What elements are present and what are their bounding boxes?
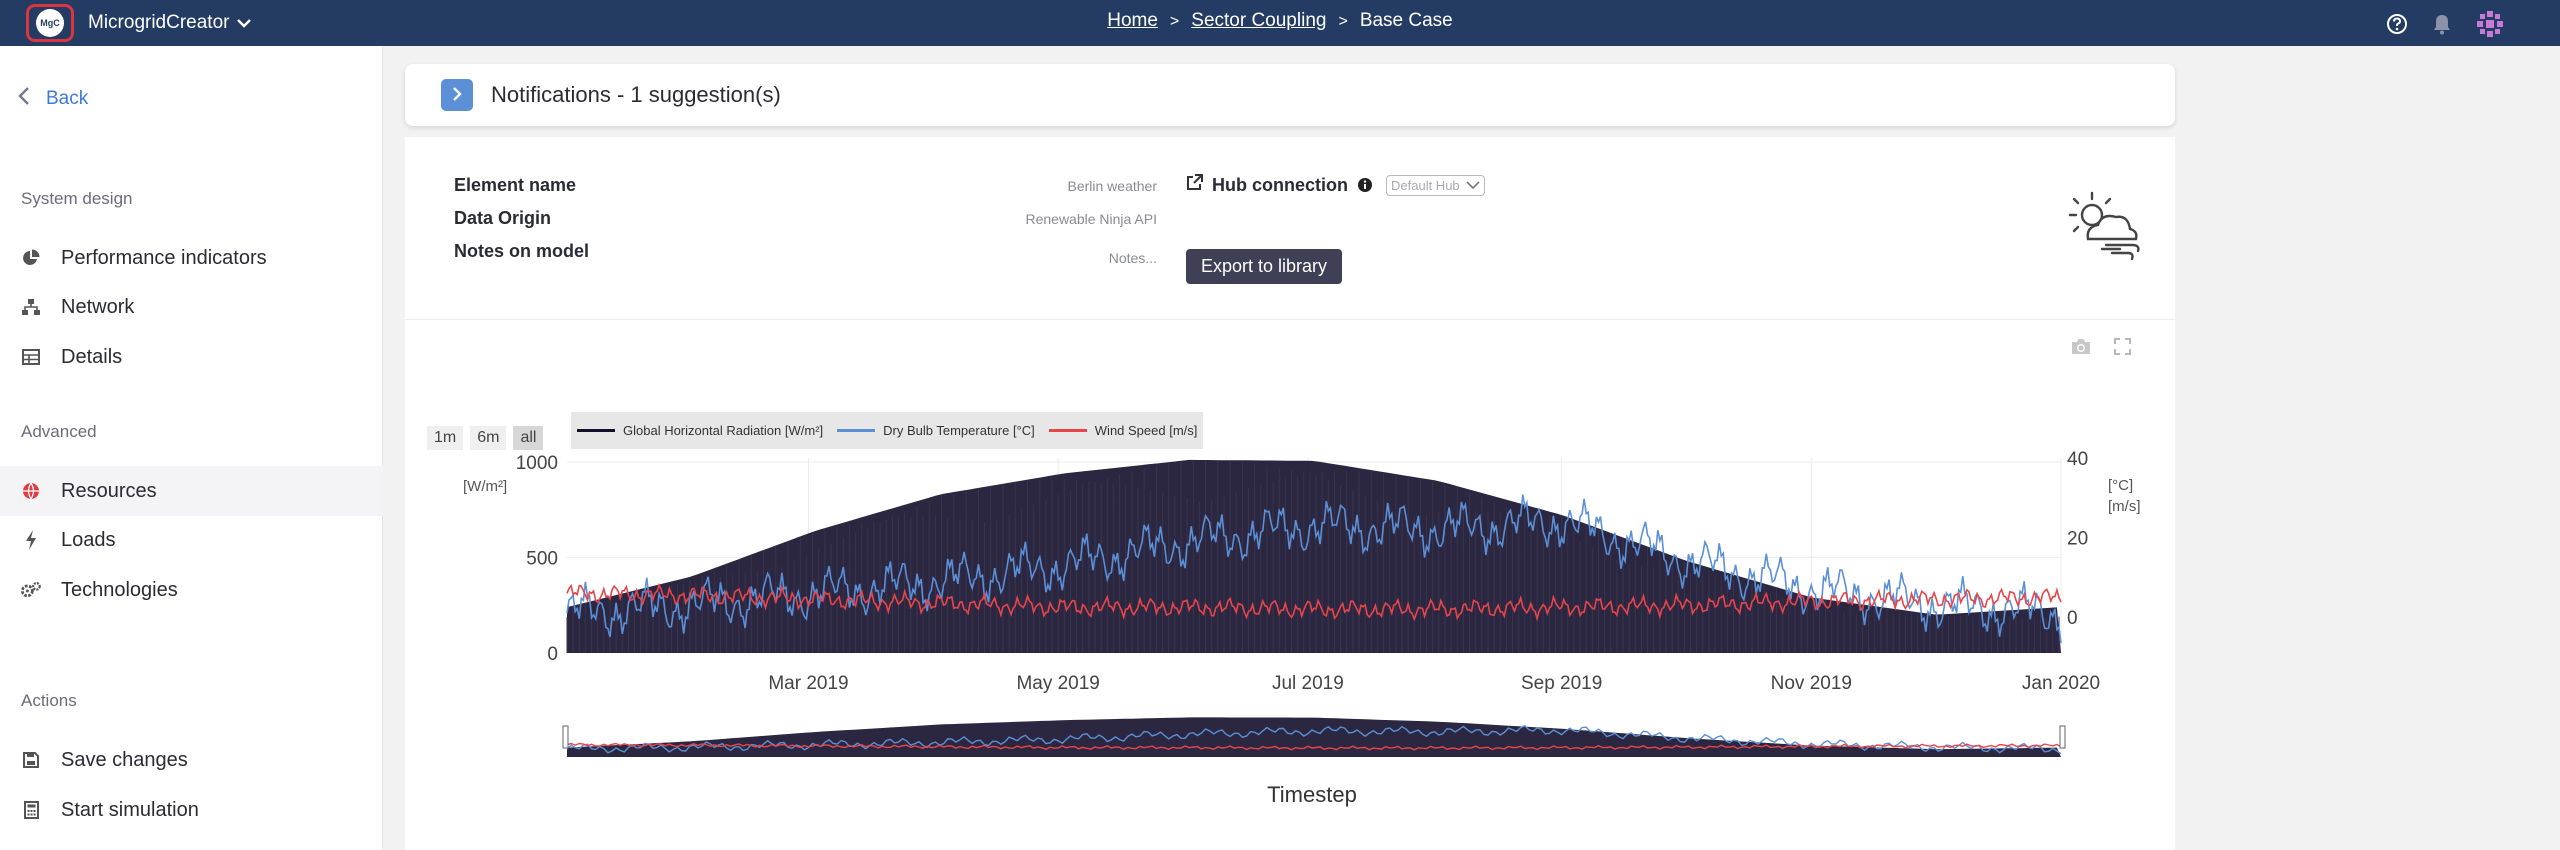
breadcrumb-home[interactable]: Home — [1107, 10, 1158, 31]
top-icons — [2386, 10, 2504, 38]
range-slider-left-handle — [562, 725, 569, 749]
radiation-area — [567, 459, 2061, 653]
range-slider-right-handle — [2059, 725, 2066, 749]
breadcrumb-separator: > — [1338, 13, 1348, 30]
x-tick-label: Sep 2019 — [1521, 673, 1602, 694]
sidebar-item-label: Technologies — [61, 578, 178, 601]
chart-legend: Global Horizontal Radiation [W/m²] Dry B… — [571, 412, 1204, 449]
sidebar-item-loads[interactable]: Loads — [0, 515, 383, 565]
legend-item-radiation[interactable]: Global Horizontal Radiation [W/m²] — [577, 423, 823, 438]
sidebar-item-save-changes[interactable]: Save changes — [0, 735, 383, 785]
calculator-icon — [21, 801, 41, 819]
range-selector: 1m 6m all — [427, 426, 544, 450]
chevron-left-icon — [18, 86, 30, 112]
sidebar-item-label: Save changes — [61, 748, 188, 771]
sidebar-item-label: Details — [61, 345, 123, 368]
legend-label: Global Horizontal Radiation [W/m²] — [623, 423, 824, 438]
x-tick-label: Jul 2019 — [1272, 673, 1344, 694]
legend-swatch — [577, 429, 615, 432]
table-icon — [21, 349, 41, 365]
range-slider-radiation — [567, 717, 2061, 757]
y-right-axis-label: [°C] — [2108, 477, 2133, 494]
bell-icon[interactable] — [2432, 13, 2452, 35]
x-tick-label: Jan 2020 — [2022, 673, 2100, 694]
breadcrumb-current: Base Case — [1359, 10, 1453, 31]
legend-label: Wind Speed [m/s] — [1094, 423, 1198, 438]
sidebar-item-label: Performance indicators — [61, 246, 267, 269]
y-right-tick-label: 20 — [2067, 529, 2088, 550]
sidebar-item-performance-indicators[interactable]: Performance indicators — [0, 233, 383, 283]
range-1m-button[interactable]: 1m — [427, 426, 464, 450]
avatar-icon[interactable] — [2476, 10, 2504, 38]
breadcrumb-sector-coupling[interactable]: Sector Coupling — [1191, 10, 1326, 31]
y-left-tick-label: 500 — [526, 548, 558, 569]
save-icon — [21, 752, 41, 768]
x-axis-label: Timestep — [1267, 782, 1357, 807]
legend-label: Dry Bulb Temperature [°C] — [883, 423, 1035, 438]
sidebar-item-resources[interactable]: Resources — [0, 466, 383, 516]
range-all-button[interactable]: all — [513, 426, 544, 450]
section-title-system-design: System design — [21, 189, 133, 208]
gears-icon — [21, 581, 41, 599]
y-left-tick-label: 0 — [547, 644, 558, 665]
legend-swatch — [837, 429, 876, 432]
pie-chart-icon — [21, 249, 41, 267]
y-right-axis-label: [m/s] — [2108, 498, 2141, 515]
section-title-actions: Actions — [21, 691, 77, 710]
back-label: Back — [46, 88, 89, 109]
legend-swatch — [1048, 429, 1087, 432]
network-icon — [21, 298, 41, 316]
globe-icon — [21, 482, 41, 500]
legend-item-temperature[interactable]: Dry Bulb Temperature [°C] — [837, 423, 1035, 438]
x-tick-label: Mar 2019 — [768, 673, 848, 694]
section-title-advanced: Advanced — [21, 422, 97, 441]
breadcrumb-separator: > — [1169, 13, 1180, 30]
notifications-title: Notifications - 1 suggestion(s) — [491, 82, 781, 107]
resource-panel: Element name Berlin weather Data Origin … — [405, 137, 2175, 850]
y-right-tick-label: 40 — [2067, 449, 2088, 470]
lightning-icon — [21, 530, 41, 550]
y-right-tick-label: 0 — [2067, 608, 2078, 629]
sidebar-item-label: Loads — [61, 528, 116, 551]
sidebar-item-technologies[interactable]: Technologies — [0, 565, 383, 615]
range-6m-button[interactable]: 6m — [470, 426, 507, 450]
sidebar-item-label: Start simulation — [61, 798, 199, 821]
sidebar-item-label: Resources — [61, 479, 157, 502]
sidebar-item-details[interactable]: Details — [0, 332, 383, 382]
y-left-tick-label: 1000 — [516, 453, 558, 474]
weather-chart: Mar 2019 May 2019 Jul 2019 Sep 2019 Nov 2019… — [463, 449, 2141, 807]
top-navbar: MgC MicrogridCreator Home > Sector Couplin… — [0, 0, 2560, 46]
sidebar: Back System design Performance indicator… — [0, 46, 383, 850]
y-left-axis-label: [W/m²] — [463, 478, 507, 495]
back-button[interactable]: Back — [18, 86, 88, 112]
sidebar-item-start-simulation[interactable]: Start simulation — [0, 785, 383, 835]
sidebar-item-label: Network — [61, 295, 135, 318]
chevron-right-icon — [451, 82, 463, 108]
legend-item-wind[interactable]: Wind Speed [m/s] — [1048, 423, 1198, 438]
breadcrumb: Home > Sector Coupling > Base Case — [0, 10, 2560, 32]
x-tick-label: May 2019 — [1016, 673, 1099, 694]
sidebar-item-network[interactable]: Network — [0, 282, 383, 332]
x-tick-label: Nov 2019 — [1771, 673, 1852, 694]
notifications-expand-button[interactable] — [441, 79, 473, 111]
help-icon[interactable] — [2386, 13, 2408, 35]
notifications-bar: Notifications - 1 suggestion(s) — [405, 64, 2175, 126]
